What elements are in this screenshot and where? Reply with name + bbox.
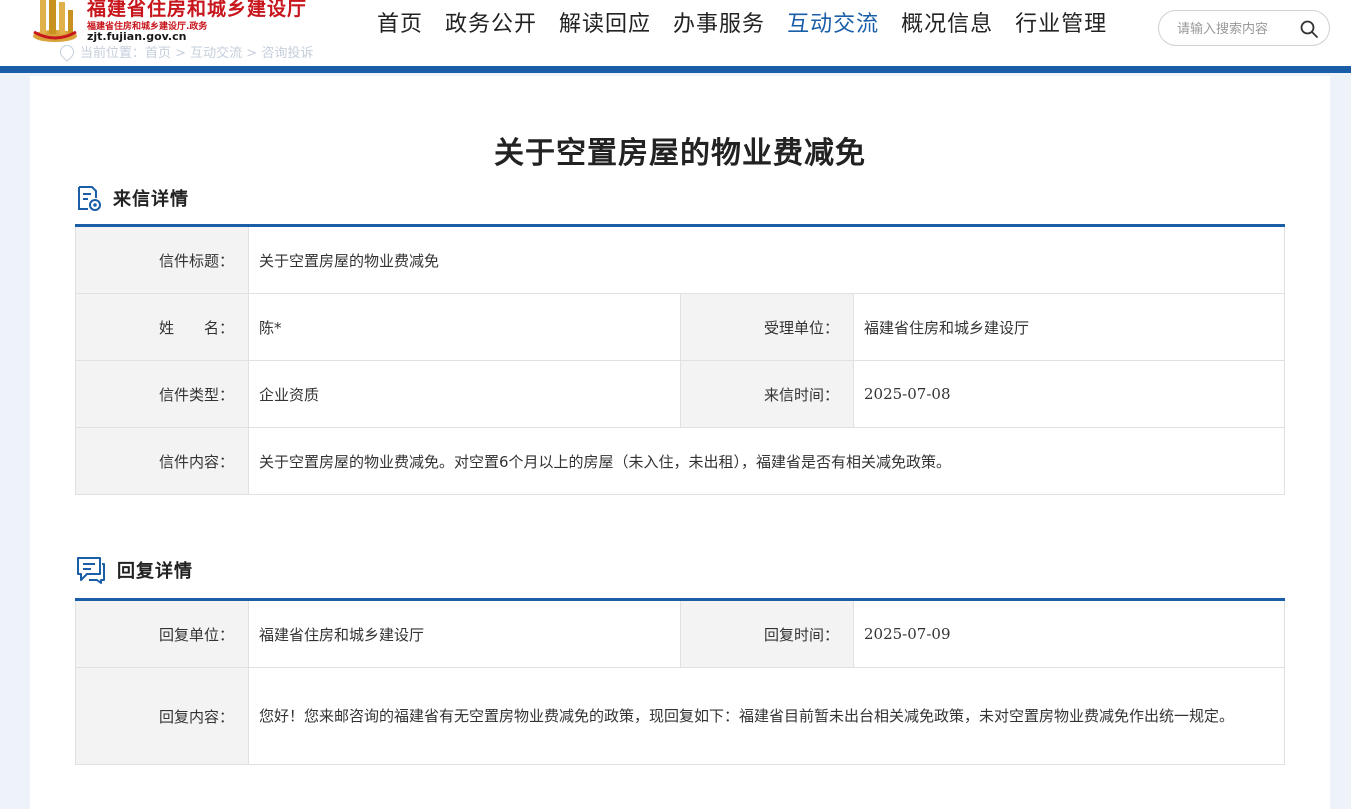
document-view-icon <box>78 186 101 211</box>
search-icon[interactable] <box>1299 19 1319 39</box>
chat-bubble-icon <box>77 557 105 584</box>
table-row: 信件内容： 关于空置房屋的物业费减免。对空置6个月以上的房屋（未入住，未出租），… <box>75 427 1285 495</box>
reply-content-key: 回复内容： <box>75 667 249 765</box>
main-nav: 首页 政务公开 解读回应 办事服务 互动交流 概况信息 行业管理 <box>377 6 1107 38</box>
letter-details-table: 信件标题： 关于空置房屋的物业费减免 姓 名： 陈* 受理单位： 福建省住房和城… <box>75 224 1285 495</box>
nav-industry[interactable]: 行业管理 <box>1015 6 1107 38</box>
table-row: 姓 名： 陈* 受理单位： 福建省住房和城乡建设厅 <box>75 293 1285 361</box>
reply-content-value: 您好！您来邮咨询的福建省有无空置房物业费减免的政策，现回复如下：福建省目前暂未出… <box>248 667 1285 765</box>
header-accent-bar <box>0 66 1351 73</box>
letter-unit-key: 受理单位： <box>680 293 854 361</box>
location-pin-icon <box>57 41 77 62</box>
letter-name-value: 陈* <box>248 293 681 361</box>
reply-time-value: 2025-07-09 <box>853 599 1285 668</box>
table-row: 回复单位： 福建省住房和城乡建设厅 回复时间： 2025-07-09 <box>75 599 1285 668</box>
site-title[interactable]: 福建省住房和城乡建设厅 <box>87 0 307 21</box>
reply-section-header: 回复详情 <box>75 555 193 585</box>
nav-interaction[interactable]: 互动交流 <box>787 6 879 38</box>
reply-unit-key: 回复单位： <box>75 599 249 668</box>
nav-government-affairs[interactable]: 政务公开 <box>445 6 537 38</box>
letter-section-header: 来信详情 <box>75 184 189 212</box>
letter-time-key: 来信时间： <box>680 360 854 428</box>
breadcrumb-text[interactable]: 当前位置：首页 > 互动交流 > 咨询投诉 <box>80 42 313 61</box>
nav-interpretation[interactable]: 解读回应 <box>559 6 651 38</box>
reply-details-table: 回复单位： 福建省住房和城乡建设厅 回复时间： 2025-07-09 回复内容：… <box>75 598 1285 765</box>
reply-section-label: 回复详情 <box>117 561 193 582</box>
search-input[interactable] <box>1177 19 1297 39</box>
table-row: 信件类型： 企业资质 来信时间： 2025-07-08 <box>75 360 1285 428</box>
letter-type-key: 信件类型： <box>75 360 249 428</box>
letter-title-value: 关于空置房屋的物业费减免 <box>248 225 1285 294</box>
table-row: 回复内容： 您好！您来邮咨询的福建省有无空置房物业费减免的政策，现回复如下：福建… <box>75 667 1285 765</box>
breadcrumb: 当前位置：首页 > 互动交流 > 咨询投诉 <box>57 41 313 62</box>
letter-title-key: 信件标题： <box>75 225 249 294</box>
letter-time-value: 2025-07-08 <box>853 360 1285 428</box>
letter-content-key: 信件内容： <box>75 427 249 495</box>
page-title: 关于空置房屋的物业费减免 <box>494 136 866 171</box>
letter-section-label: 来信详情 <box>113 189 189 210</box>
search-box <box>1158 10 1330 46</box>
letter-type-value: 企业资质 <box>248 360 681 428</box>
site-header: 福建省住房和城乡建设厅 福建省住房和城乡建设厅.政务 zjt.fujian.go… <box>0 0 1351 66</box>
table-row: 信件标题： 关于空置房屋的物业费减免 <box>75 225 1285 294</box>
emblem-logo-icon[interactable] <box>30 0 80 44</box>
content-card: 关于空置房屋的物业费减免 来信详情 信件标题： 关于空置房屋的物业费减免 姓 名… <box>30 76 1330 809</box>
nav-overview[interactable]: 概况信息 <box>901 6 993 38</box>
letter-content-value: 关于空置房屋的物业费减免。对空置6个月以上的房屋（未入住，未出租），福建省是否有… <box>248 427 1285 495</box>
nav-services[interactable]: 办事服务 <box>673 6 765 38</box>
reply-time-key: 回复时间： <box>680 599 854 668</box>
reply-unit-value: 福建省住房和城乡建设厅 <box>248 599 681 668</box>
letter-unit-value: 福建省住房和城乡建设厅 <box>853 293 1285 361</box>
letter-name-key: 姓 名： <box>75 293 249 361</box>
nav-home[interactable]: 首页 <box>377 6 423 38</box>
